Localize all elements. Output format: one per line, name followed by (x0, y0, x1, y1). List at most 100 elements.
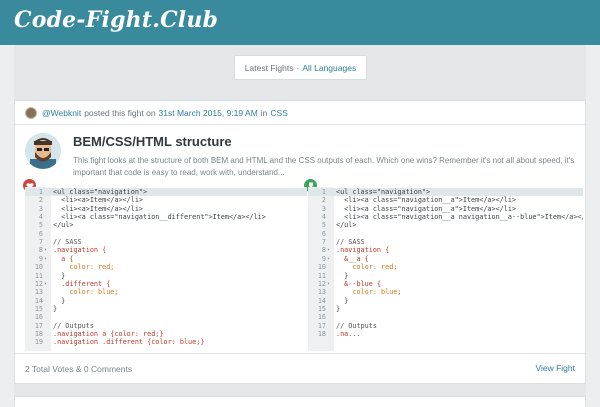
code-text: color: blue; (336, 288, 402, 297)
left-code-line: 5 </ul> (25, 221, 307, 229)
fold-arrow-icon[interactable]: ▾ (44, 247, 47, 253)
code-text: color: red; (53, 263, 115, 272)
fold-arrow-icon[interactable]: ▾ (327, 281, 330, 287)
right-code-line: 6 (308, 230, 583, 238)
fold-arrow-icon[interactable]: ▾ (44, 281, 47, 287)
view-fight-link[interactable]: View Fight (535, 363, 575, 373)
fold-arrow-icon[interactable]: ▾ (327, 256, 330, 262)
language-link[interactable]: CSS (270, 108, 287, 118)
line-number: 6 (321, 229, 326, 238)
right-code-panel[interactable]: 1 <ul class="navigation"> 2 <li><a class="… (308, 187, 583, 351)
left-code-line: 6 (25, 230, 307, 238)
code-text: </ul> (336, 221, 357, 230)
code-text: // SASS (53, 238, 82, 247)
line-number: 17 (317, 321, 326, 330)
left-code-line: 18 .navigation a {color: red;} (25, 330, 307, 338)
author-avatar-small (25, 106, 37, 119)
line-number: 8 (321, 246, 326, 255)
code-text: color: red; (336, 263, 398, 272)
line-number: 2 (38, 196, 43, 205)
code-text: a { (53, 254, 74, 263)
line-number: 9 (38, 254, 43, 263)
right-code-line: 16 (308, 313, 583, 321)
line-number: 11 (317, 271, 326, 280)
left-code-panel[interactable]: 1 <ul class="navigation"> 2 <li><a>Item</a… (25, 187, 307, 351)
left-code-line: 1 <ul class="navigation"> (25, 188, 307, 197)
fight-date-link[interactable]: 31st March 2015, 9:19 AM (159, 108, 258, 118)
code-text: } (53, 304, 58, 313)
in-text: in (260, 107, 268, 118)
left-code-line: 7 // SASS (25, 238, 307, 246)
code-text: .navigation a {color: red;} (53, 329, 164, 338)
code-text: .navigation { (336, 246, 390, 255)
code-text: <li><a class="navigation__a navigation__… (336, 213, 583, 222)
right-code-line: 7 // SASS (308, 238, 583, 246)
code-text: } (336, 304, 341, 313)
author-link[interactable]: @Webknit (42, 108, 81, 118)
line-number: 4 (38, 213, 43, 222)
line-number: 19 (34, 338, 43, 347)
fold-arrow-icon[interactable]: ▾ (44, 256, 47, 262)
left-code-line: 10 color: red; (25, 263, 307, 271)
line-number: 1 (38, 188, 43, 196)
fold-arrow-icon[interactable]: ▾ (327, 247, 330, 253)
line-number: 16 (34, 313, 43, 322)
line-number: 17 (34, 321, 43, 330)
line-number: 14 (34, 296, 43, 305)
right-code-line: 12 ▾ &--blue { (308, 280, 583, 288)
right-code-line: 2 <li><a class="navigation__a">Item</a><… (308, 196, 583, 204)
right-code-line: 10 color: red; (308, 263, 583, 271)
posted-text: posted this fight on (84, 107, 156, 118)
line-number: 8 (38, 246, 43, 255)
code-text: .navigation { (53, 246, 107, 255)
line-number: 18 (34, 329, 43, 338)
code-text: .navigation .different {color: blue;} (53, 338, 205, 347)
line-number: 5 (321, 221, 326, 230)
code-text: // Outputs (53, 321, 94, 330)
top-header: Code-Fight.Club (0, 0, 600, 45)
code-text: } (336, 271, 349, 280)
code-text: color: blue; (53, 288, 119, 297)
code-text: <li><a class="navigation__a">Item</a></l… (336, 204, 517, 213)
right-code-line: 8 ▾ .navigation { (308, 246, 583, 254)
all-languages-link[interactable]: All Languages (302, 63, 356, 73)
line-number: 16 (317, 313, 326, 322)
fight-description: This fight looks at the structure of bot… (73, 156, 575, 177)
code-text: <ul class="navigation"> (53, 188, 148, 196)
left-code-line: 13 color: blue; (25, 288, 307, 296)
line-number: 9 (321, 254, 326, 263)
line-number: 10 (34, 263, 43, 272)
code-text: <li><a class="navigation__a">Item</a></l… (336, 196, 517, 205)
left-code-line: 16 (25, 313, 307, 321)
right-code-line: 14 } (308, 297, 583, 305)
left-code-line: 11 } (25, 272, 307, 280)
code-text: &__a { (336, 254, 369, 263)
site-logo[interactable]: Code-Fight.Club (14, 7, 218, 33)
left-code-line: 8 ▾ .navigation { (25, 246, 307, 254)
code-text: <li><a class="navigation__different">Ite… (53, 213, 266, 222)
code-text: .different { (53, 279, 111, 288)
line-number: 7 (38, 238, 43, 247)
fight-title[interactable]: BEM/CSS/HTML structure (73, 134, 232, 149)
line-number: 5 (38, 221, 43, 230)
line-number: 12 (34, 279, 43, 288)
code-text: <ul class="navigation"> (336, 188, 431, 196)
fight-meta: @Webknit posted this fight on 31st March… (15, 101, 585, 125)
next-fight-card (14, 396, 586, 407)
right-code-line: 9 ▾ &__a { (308, 255, 583, 263)
line-number: 7 (321, 238, 326, 247)
left-code-line: 12 ▾ .different { (25, 280, 307, 288)
line-number: 1 (321, 188, 326, 196)
line-number: 13 (317, 288, 326, 297)
line-number: 15 (34, 304, 43, 313)
line-number: 13 (34, 288, 43, 297)
line-number: 18 (317, 329, 326, 338)
right-code-line: 17 // Outputs (308, 322, 583, 330)
line-number: 3 (321, 204, 326, 213)
right-code-line: 11 } (308, 272, 583, 280)
right-code-line: 18 .na... (308, 330, 583, 338)
code-text: // SASS (336, 238, 365, 247)
author-avatar[interactable] (25, 133, 61, 169)
filter-label: Latest Fights (244, 62, 294, 73)
left-code-line: 19 .navigation .different {color: blue;} (25, 338, 307, 346)
